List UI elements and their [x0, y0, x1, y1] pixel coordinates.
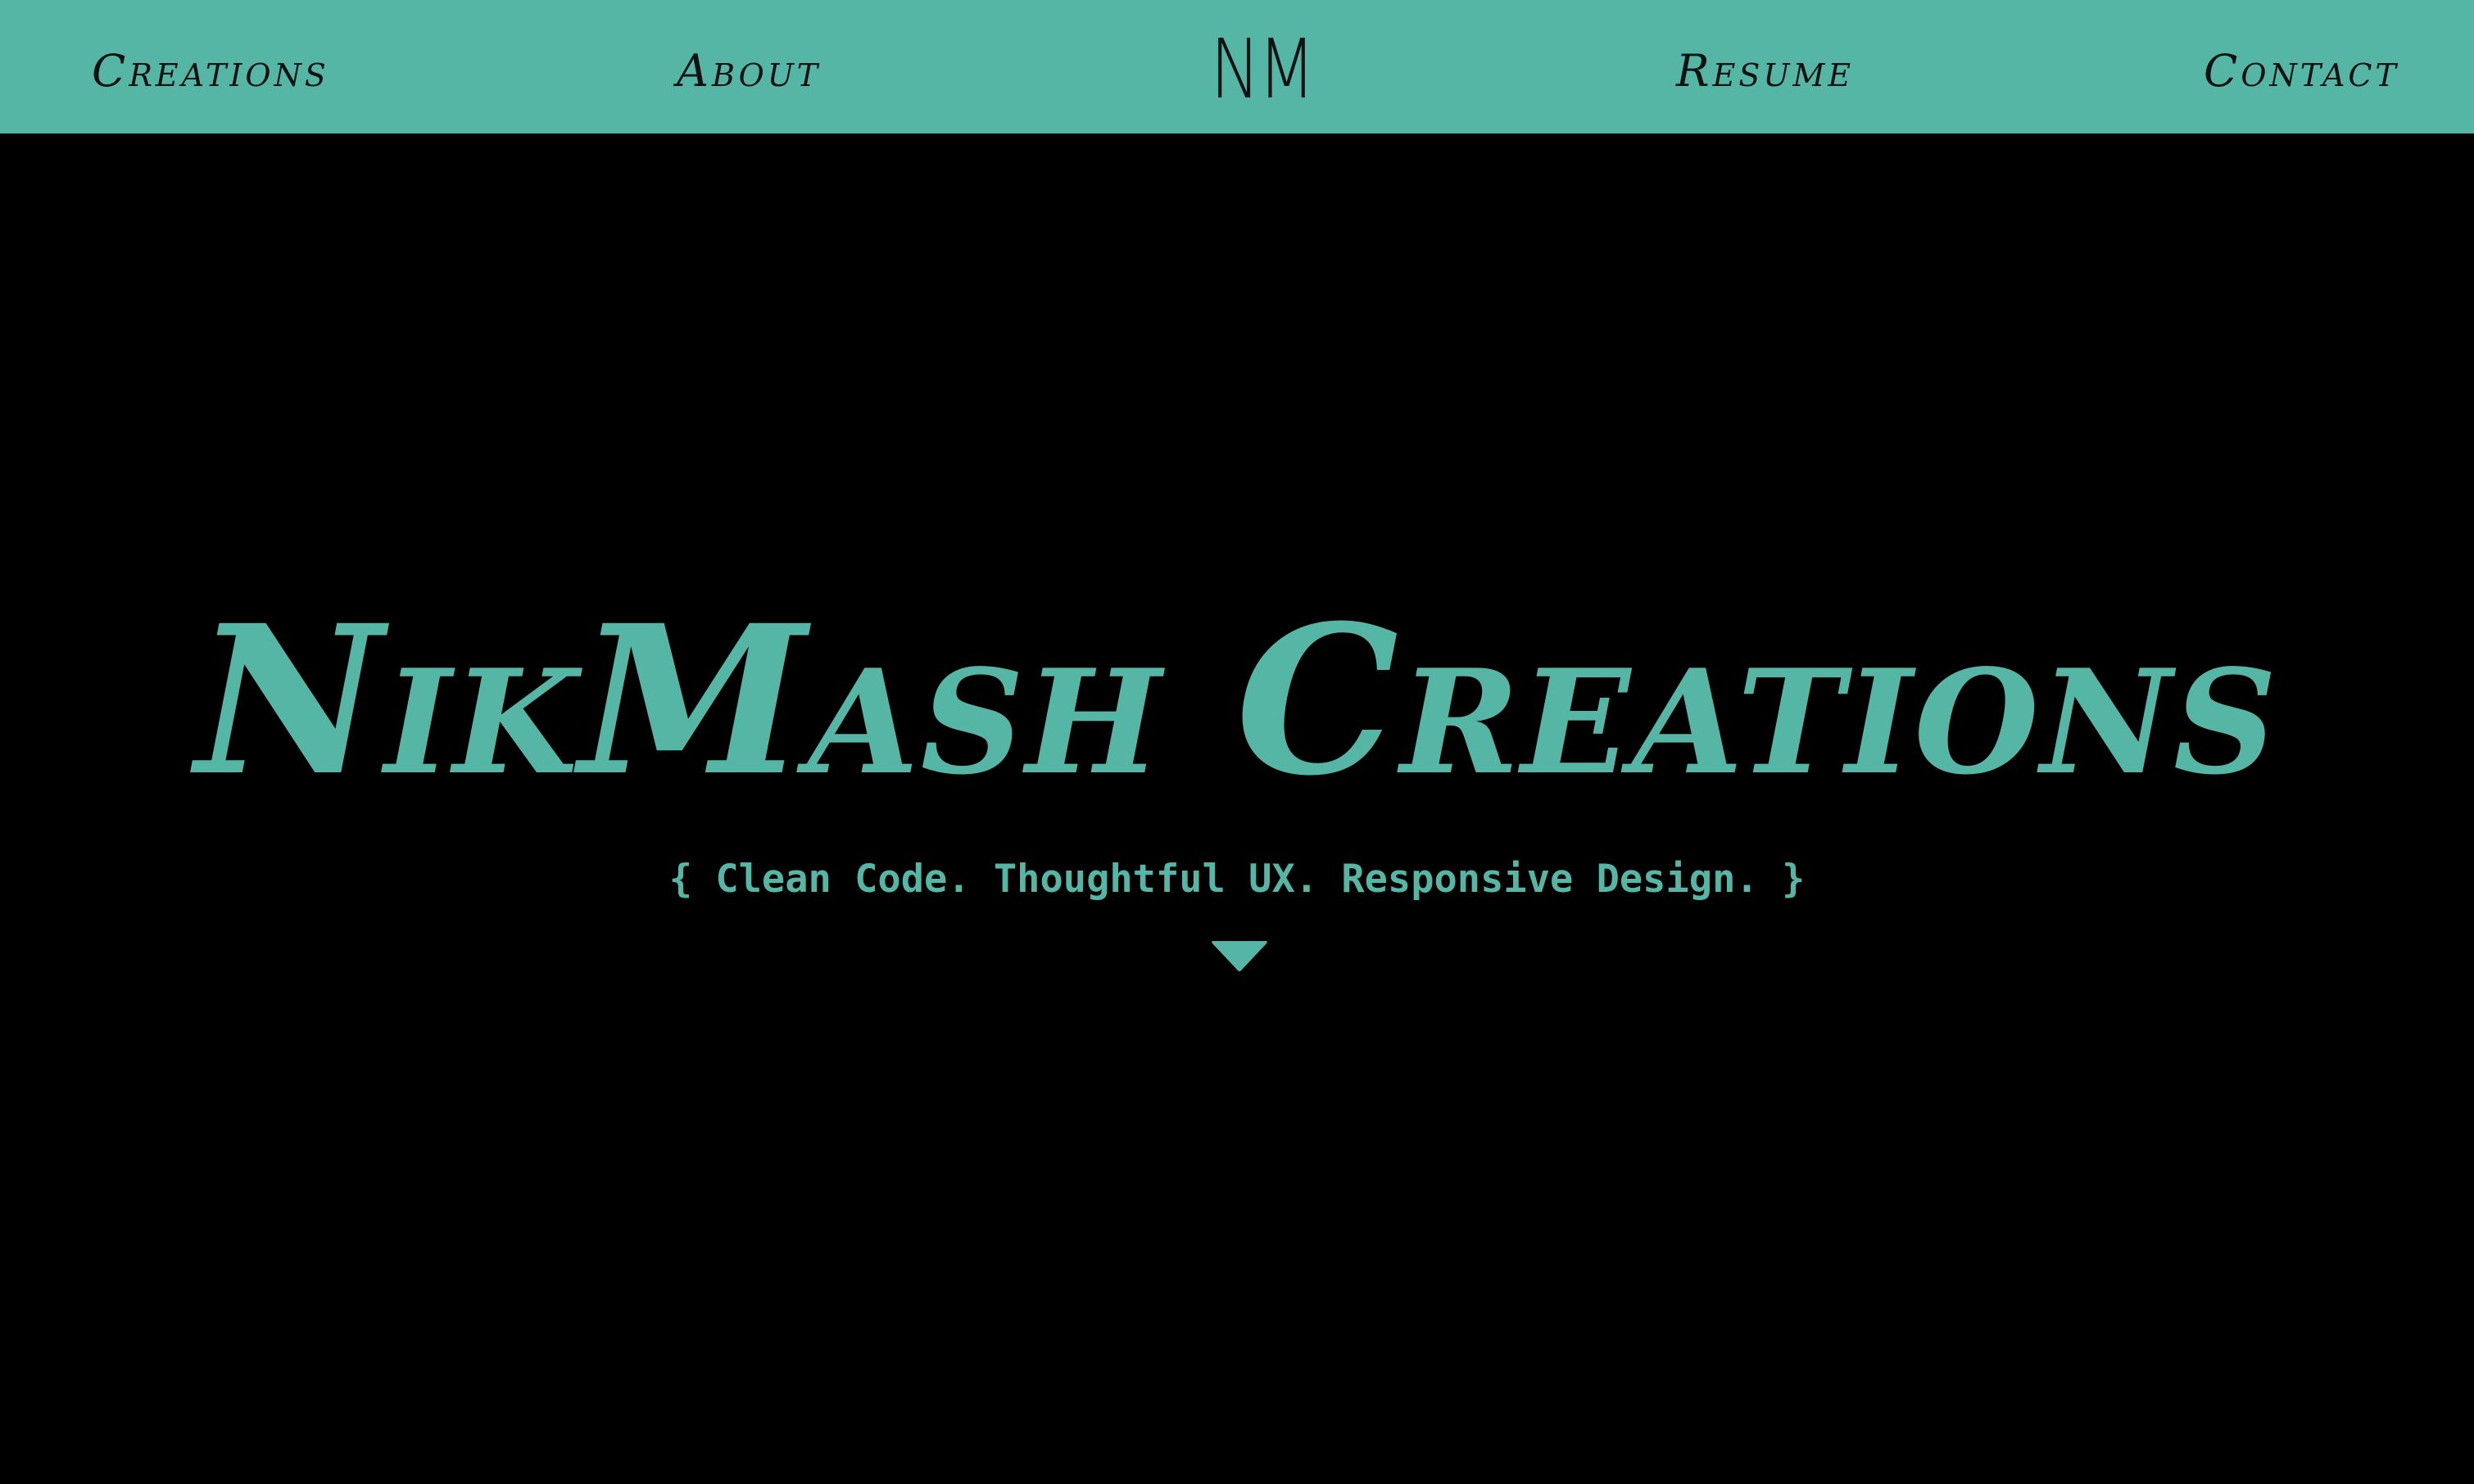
hero-title: NikMash Creations — [195, 580, 2279, 821]
nav-link-contact[interactable]: Contact — [2204, 43, 2399, 100]
top-navbar: Creations About NM Resume Contact — [0, 0, 2474, 133]
hero-tagline: { Clean Code. Thoughtful UX. Responsive … — [668, 857, 1806, 902]
chevron-down-icon[interactable] — [1211, 939, 1268, 973]
nav-link-creations[interactable]: Creations — [92, 43, 329, 100]
site-logo[interactable]: NM — [1194, 25, 1329, 115]
nav-link-about[interactable]: About — [677, 43, 821, 100]
nav-link-resume[interactable]: Resume — [1676, 43, 1854, 100]
